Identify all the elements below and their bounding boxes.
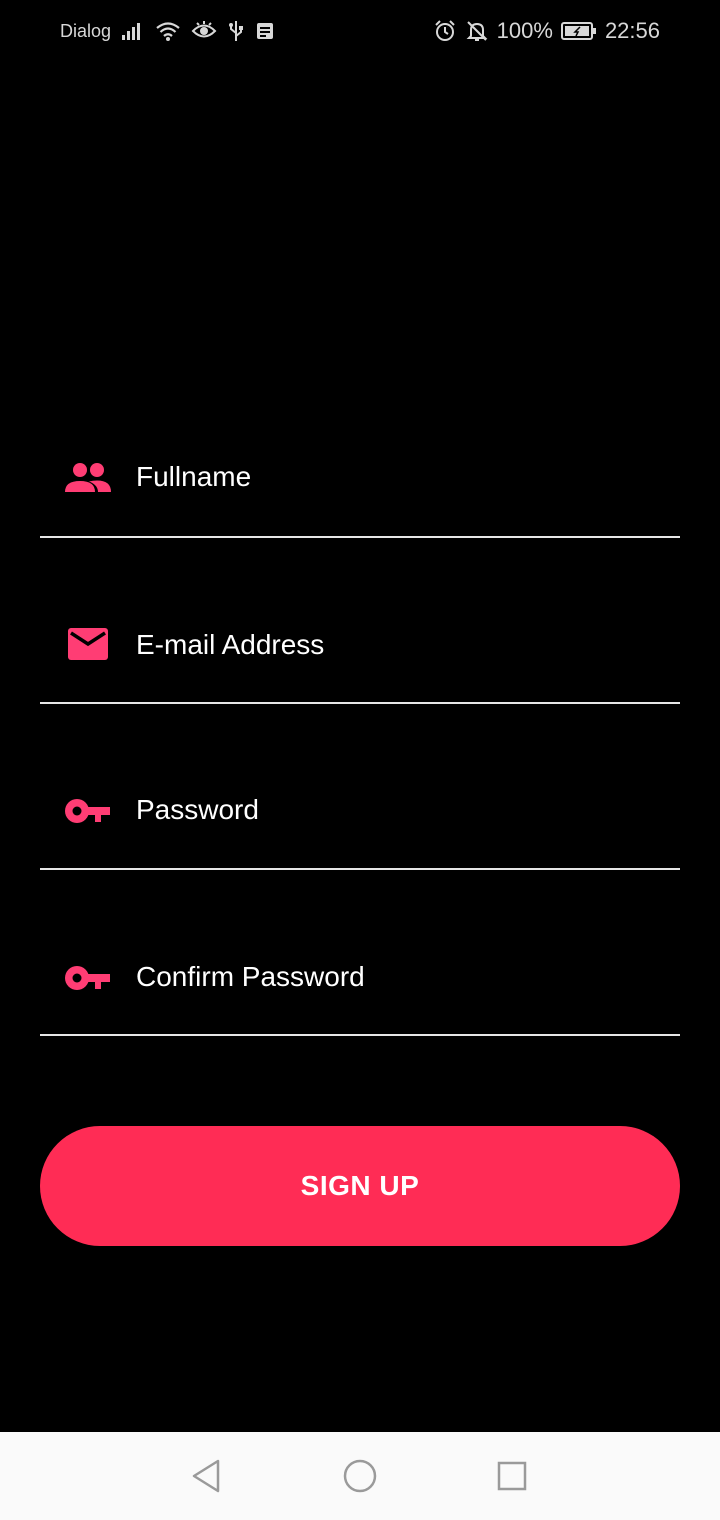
status-bar-left: Dialog: [60, 14, 275, 48]
navigation-bar: [0, 1432, 720, 1520]
carrier-name: Dialog: [60, 20, 112, 41]
people-icon: [64, 454, 112, 502]
key-icon: [64, 787, 112, 835]
status-bar-right: 100% 22:56: [433, 14, 660, 48]
alarm-icon: [433, 19, 457, 43]
wifi-icon: [155, 20, 181, 42]
eye-icon: [191, 20, 217, 42]
fullname-input[interactable]: [136, 452, 670, 502]
fullname-field[interactable]: [40, 418, 680, 538]
battery-icon: [560, 21, 597, 41]
home-circle-icon[interactable]: [340, 1456, 380, 1496]
signal-icon: [121, 21, 145, 41]
sign-up-button[interactable]: SIGN UP: [40, 1126, 680, 1246]
message-icon: [255, 21, 275, 41]
key-icon: [64, 954, 112, 1002]
mail-icon: [64, 620, 112, 668]
back-triangle-icon[interactable]: [186, 1456, 226, 1496]
confirm-password-field[interactable]: [40, 916, 680, 1036]
password-field[interactable]: [40, 750, 680, 870]
signup-screen: Dialog 100% 22:56 Fullname E-mail Addres…: [0, 0, 720, 1520]
status-bar: Dialog 100% 22:56: [0, 0, 720, 62]
battery-percent: 100%: [496, 18, 553, 43]
password-input[interactable]: [136, 785, 670, 835]
usb-icon: [227, 20, 245, 42]
confirm-password-input[interactable]: [136, 952, 670, 1002]
bell-off-icon: [465, 19, 489, 43]
email-input[interactable]: [136, 620, 670, 670]
clock-time: 22:56: [604, 18, 660, 43]
recents-square-icon[interactable]: [492, 1456, 532, 1496]
email-field[interactable]: [40, 584, 680, 704]
